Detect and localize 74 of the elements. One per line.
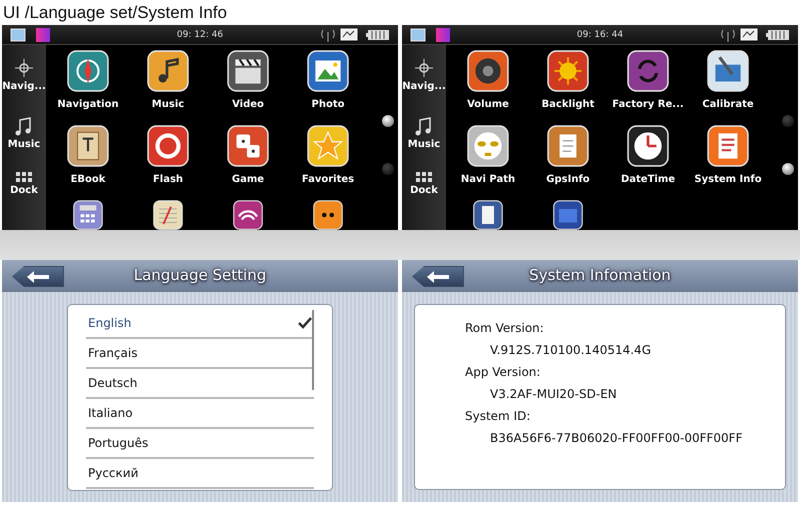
sidebar-item[interactable]: Navig... xyxy=(402,57,446,93)
screen-title: Language Setting xyxy=(134,264,266,286)
dice-icon xyxy=(227,125,269,167)
app-button[interactable]: Flash xyxy=(128,125,208,200)
battery-icon xyxy=(366,28,390,40)
gradient-square-icon xyxy=(36,28,50,42)
window-icon xyxy=(410,28,426,42)
grid-icon xyxy=(15,171,33,183)
page-dot[interactable] xyxy=(782,115,794,127)
document-icon xyxy=(707,125,749,167)
app-button[interactable]: GpsInfo xyxy=(528,125,608,200)
sun-icon xyxy=(547,50,589,92)
music-note-icon xyxy=(147,50,189,92)
app-button[interactable]: System Info xyxy=(688,125,768,200)
app-button[interactable]: Music xyxy=(128,50,208,125)
window-icon xyxy=(10,28,26,42)
gradient-square-icon xyxy=(436,28,450,42)
clock-icon xyxy=(627,125,669,167)
compass-icon xyxy=(12,57,36,79)
sidebar-item[interactable]: Music xyxy=(408,115,440,151)
field-label: App Version: xyxy=(465,364,542,381)
clock-time: 09: 12: 46 xyxy=(176,29,224,42)
app-button[interactable]: Game xyxy=(208,125,288,200)
battery-icon xyxy=(766,28,790,40)
app-button[interactable]: Favorites xyxy=(288,125,368,200)
language-option[interactable]: Italiano xyxy=(86,399,314,429)
speaker-icon xyxy=(467,50,509,92)
app-button[interactable]: Volume xyxy=(448,50,528,125)
page-dot[interactable] xyxy=(782,163,794,175)
back-button[interactable] xyxy=(12,266,64,287)
refresh-icon xyxy=(627,50,669,92)
sidebar-item[interactable]: Dock xyxy=(410,171,438,197)
landscape-icon xyxy=(307,50,349,92)
sidebar-item[interactable]: Music xyxy=(8,115,40,151)
page-dot[interactable] xyxy=(382,115,394,127)
left-arrow-icon xyxy=(27,270,49,282)
clapperboard-icon xyxy=(227,50,269,92)
field-label: Rom Version: xyxy=(465,320,545,337)
document-icon xyxy=(547,125,589,167)
app-button[interactable]: Calibrate xyxy=(688,50,768,125)
page-dot[interactable] xyxy=(382,163,394,175)
compass-icon xyxy=(412,57,436,79)
grid-icon xyxy=(415,171,433,183)
ring-icon xyxy=(147,125,189,167)
field-label: System ID: xyxy=(465,408,532,425)
screen-title: System Infomation xyxy=(529,264,671,286)
antenna-icon xyxy=(320,28,336,42)
antenna-icon xyxy=(720,28,736,42)
app-button[interactable]: Factory Re... xyxy=(608,50,688,125)
language-option[interactable]: Русский xyxy=(86,459,314,489)
checkmark-icon xyxy=(298,317,312,329)
language-option[interactable]: Português xyxy=(86,429,314,459)
app-button[interactable]: Video xyxy=(208,50,288,125)
field-value: B36A56F6-77B06020-FF00FF00-00FF00FF xyxy=(489,430,744,447)
app-button[interactable]: DateTime xyxy=(608,125,688,200)
back-button[interactable] xyxy=(412,266,464,287)
page-title: UI /Language set/System Info xyxy=(2,2,228,24)
compass-icon xyxy=(67,50,109,92)
sidebar-item[interactable]: Navig... xyxy=(2,57,46,93)
app-button[interactable]: Navigation xyxy=(48,50,128,125)
field-value: V3.2AF-MUI20-SD-EN xyxy=(489,386,618,403)
language-option[interactable]: Deutsch xyxy=(86,369,314,399)
clock-time: 09: 16: 44 xyxy=(576,29,624,42)
pen-icon xyxy=(707,50,749,92)
app-button[interactable]: Navi Path xyxy=(448,125,528,200)
field-value: V.912S.710100.140514.4G xyxy=(489,342,652,359)
app-button[interactable]: Backlight xyxy=(528,50,608,125)
app-button[interactable]: EBook xyxy=(48,125,128,200)
scrollbar[interactable] xyxy=(312,310,314,390)
sidebar-item[interactable]: Dock xyxy=(10,171,38,197)
left-arrow-icon xyxy=(427,270,449,282)
app-button[interactable]: Photo xyxy=(288,50,368,125)
emoticon-icon xyxy=(467,125,509,167)
book-icon xyxy=(67,125,109,167)
